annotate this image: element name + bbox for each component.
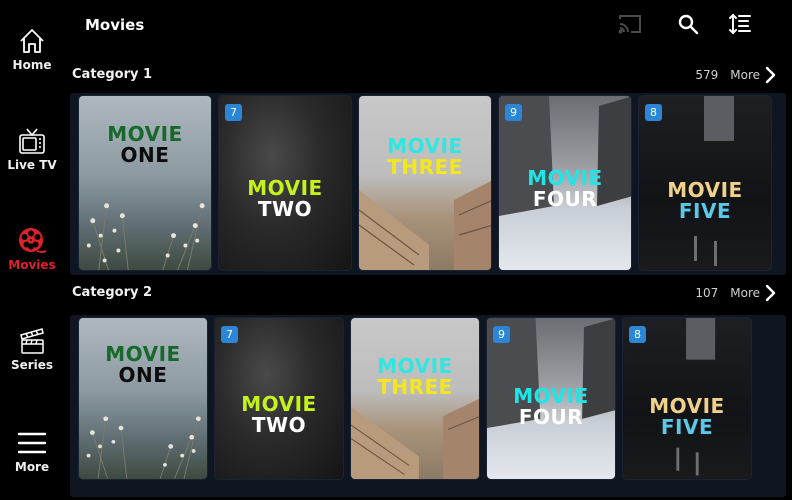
movie-card[interactable]: 9 MOVIE FOUR bbox=[498, 95, 632, 271]
movie-card[interactable]: MOVIE ONE bbox=[78, 95, 212, 271]
sidebar-item-label: Series bbox=[10, 358, 54, 372]
movie-title: MOVIE THREE bbox=[387, 134, 463, 179]
sidebar-item-label: Live TV bbox=[7, 158, 57, 172]
cast-button[interactable] bbox=[616, 12, 644, 40]
movie-card[interactable]: MOVIE THREE bbox=[350, 317, 480, 480]
sidebar-item-label: Home bbox=[12, 58, 52, 72]
movie-title: MOVIE ONE bbox=[107, 122, 183, 167]
chevron-right-icon bbox=[765, 284, 776, 302]
poster-art bbox=[86, 202, 205, 270]
category-meta: 579 More bbox=[695, 65, 776, 85]
poster-art bbox=[359, 181, 491, 270]
cast-icon bbox=[617, 13, 643, 39]
movie-card[interactable]: MOVIE ONE bbox=[78, 317, 208, 480]
rating-badge: 7 bbox=[221, 326, 238, 343]
poster-art bbox=[351, 398, 479, 479]
movie-row[interactable]: MOVIE ONE 7 MOVIE TWO MOVIE THREE 9 MOVI… bbox=[70, 315, 786, 497]
movie-title: MOVIE THREE bbox=[377, 354, 453, 399]
clapperboard-icon bbox=[17, 326, 47, 356]
sidebar-item-movies[interactable]: Movies bbox=[0, 226, 64, 272]
more-label: More bbox=[730, 286, 760, 300]
sidebar: Home Live TV Movies Series More bbox=[0, 0, 64, 500]
film-reel-icon bbox=[17, 226, 47, 256]
category-title: Category 1 bbox=[72, 67, 153, 82]
movie-title: MOVIE FIVE bbox=[667, 178, 743, 223]
movie-card[interactable]: 7 MOVIE TWO bbox=[218, 95, 352, 271]
movie-title: MOVIE TWO bbox=[247, 176, 323, 221]
category-count: 579 bbox=[695, 68, 719, 82]
movie-row[interactable]: MOVIE ONE 7 MOVIE TWO MOVIE THREE 9 MOVI… bbox=[70, 93, 786, 275]
sidebar-item-label: Movies bbox=[8, 258, 56, 272]
page-title: Movies bbox=[85, 16, 145, 34]
sidebar-item-series[interactable]: Series bbox=[0, 326, 64, 372]
movie-card[interactable]: 7 MOVIE TWO bbox=[214, 317, 344, 480]
sidebar-item-label: More bbox=[14, 460, 50, 474]
category-title: Category 2 bbox=[72, 285, 153, 300]
rating-badge: 9 bbox=[493, 326, 510, 343]
sort-button[interactable] bbox=[726, 12, 754, 40]
menu-icon bbox=[17, 428, 47, 458]
rating-badge: 9 bbox=[505, 104, 522, 121]
home-icon bbox=[17, 26, 47, 56]
movie-title: MOVIE FIVE bbox=[649, 394, 725, 439]
category-meta: 107 More bbox=[695, 283, 776, 303]
movie-card[interactable]: MOVIE THREE bbox=[358, 95, 492, 271]
rating-badge: 7 bbox=[225, 104, 242, 121]
movie-card[interactable]: 9 MOVIE FOUR bbox=[486, 317, 616, 480]
sidebar-item-more[interactable]: More bbox=[0, 428, 64, 474]
more-button[interactable]: More bbox=[730, 65, 776, 85]
more-label: More bbox=[730, 68, 760, 82]
movie-card[interactable]: 8 MOVIE FIVE bbox=[622, 317, 752, 480]
poster-art bbox=[86, 416, 201, 479]
movie-card[interactable]: 8 MOVIE FIVE bbox=[638, 95, 772, 271]
rating-badge: 8 bbox=[645, 104, 662, 121]
search-icon bbox=[677, 13, 699, 39]
more-button[interactable]: More bbox=[730, 283, 776, 303]
rating-badge: 8 bbox=[629, 326, 646, 343]
tv-icon bbox=[17, 126, 47, 156]
sort-icon bbox=[728, 12, 752, 40]
movie-title: MOVIE FOUR bbox=[513, 384, 589, 429]
search-button[interactable] bbox=[674, 12, 702, 40]
movie-title: MOVIE FOUR bbox=[527, 166, 603, 211]
category-count: 107 bbox=[695, 286, 719, 300]
chevron-right-icon bbox=[765, 66, 776, 84]
sidebar-item-home[interactable]: Home bbox=[0, 26, 64, 72]
sidebar-item-live-tv[interactable]: Live TV bbox=[0, 126, 64, 172]
movie-title: MOVIE ONE bbox=[105, 342, 181, 387]
movie-title: MOVIE TWO bbox=[241, 392, 317, 437]
